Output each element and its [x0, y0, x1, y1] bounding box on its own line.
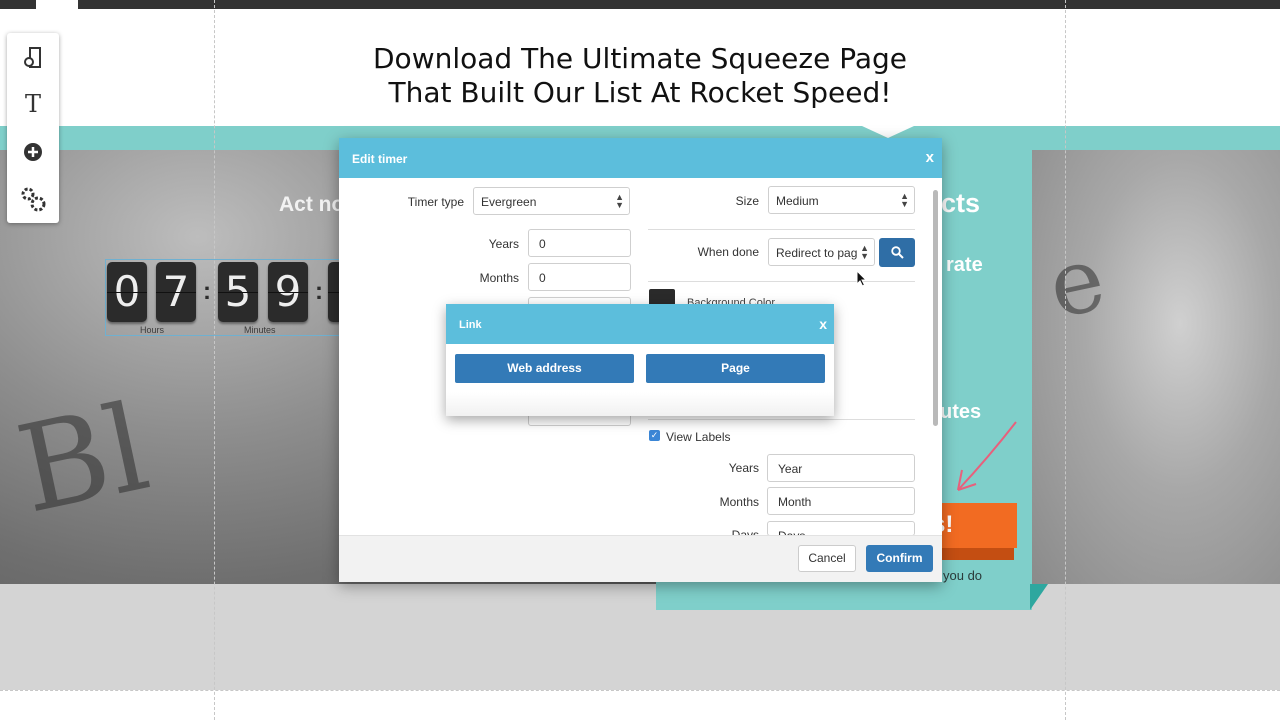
months-label-field-label: Months [719, 495, 759, 509]
timer-colon: : [315, 278, 323, 305]
timer-type-select[interactable]: Evergreen ▲ ▼ [473, 187, 630, 215]
mouse-cursor-icon [856, 270, 868, 287]
timer-type-label: Timer type [407, 195, 464, 209]
settings-icon[interactable] [7, 179, 59, 219]
timer-digit: 5 [218, 262, 258, 322]
act-now-text: Act no [279, 193, 345, 216]
page-button[interactable]: Page [646, 354, 825, 383]
view-labels-label: View Labels [666, 430, 731, 444]
view-labels-checkbox[interactable]: ✓ [649, 430, 660, 441]
timer-digit: 0 [107, 262, 147, 322]
photo-scribble-right: e [1039, 225, 1114, 340]
days-label-input[interactable]: Days [767, 521, 915, 536]
guide-line-vertical [214, 0, 215, 720]
close-icon[interactable]: x [819, 316, 827, 332]
timer-digit: 7 [156, 262, 196, 322]
divider [648, 419, 915, 420]
years-label-input[interactable]: Year [767, 454, 915, 482]
years-label: Years [488, 237, 519, 251]
timer-label-minutes: Minutes [244, 325, 276, 335]
band-pointer [862, 126, 914, 138]
months-label-input[interactable]: Month [767, 487, 915, 515]
when-done-select[interactable]: Redirect to pag ▲ ▼ [768, 238, 875, 266]
link-modal-footer [446, 392, 834, 416]
select-caret-icon: ▲ ▼ [860, 243, 869, 261]
divider [648, 281, 915, 282]
guide-line-vertical [1065, 0, 1066, 720]
modal-scrollbar[interactable] [933, 190, 938, 426]
size-value: Medium [776, 194, 819, 208]
card-small-text: you do [943, 568, 983, 583]
web-address-button[interactable]: Web address [455, 354, 634, 383]
select-caret-icon: ▲ ▼ [615, 192, 624, 210]
add-icon[interactable] [7, 132, 59, 172]
close-icon[interactable]: x [926, 149, 934, 166]
size-label: Size [735, 194, 759, 208]
years-label-field-label: Years [728, 461, 759, 475]
top-bar [0, 0, 1280, 9]
confirm-button[interactable]: Confirm [866, 545, 933, 572]
search-button[interactable] [879, 238, 915, 267]
cta-button-shadow [938, 548, 1014, 560]
hand-drawn-arrow-icon [957, 421, 1017, 491]
search-icon [891, 246, 904, 259]
months-label: Months [479, 271, 519, 285]
card-line-2: rate [946, 254, 983, 276]
background-photo-right: e [1030, 150, 1280, 584]
when-done-value: Redirect to pag [776, 246, 858, 260]
timer-colon: : [203, 278, 211, 305]
top-bar-tab [36, 0, 78, 9]
headline-line-2: That Built Our List At Rocket Speed! [388, 76, 892, 109]
cta-button[interactable]: s! [930, 503, 1017, 548]
timer-type-value: Evergreen [481, 195, 537, 209]
headline-line-1: Download The Ultimate Squeeze Page [373, 42, 907, 75]
years-input[interactable]: 0 [528, 229, 631, 257]
gray-section [0, 584, 1280, 690]
divider [648, 229, 915, 230]
timer-label-hours: Hours [140, 325, 165, 335]
photo-scribble: Bl [6, 378, 160, 541]
link-modal-title: Link [446, 304, 834, 344]
when-done-label: When done [697, 245, 759, 259]
page-headline: Download The Ultimate Squeeze Page That … [0, 42, 1280, 110]
months-input[interactable]: 0 [528, 263, 631, 291]
text-icon[interactable]: T [7, 84, 59, 124]
guide-line-horizontal [0, 690, 1280, 691]
page-icon[interactable] [7, 38, 59, 78]
modal-title: Edit timer [339, 138, 942, 178]
timer-digit: 9 [268, 262, 308, 322]
select-caret-icon: ▲ ▼ [900, 191, 909, 209]
cancel-button[interactable]: Cancel [798, 545, 856, 572]
editor-toolbar: T [7, 33, 59, 223]
link-modal: Link x Web address Page [446, 304, 834, 416]
card-heading: cts [941, 188, 981, 218]
size-select[interactable]: Medium ▲ ▼ [768, 186, 915, 214]
